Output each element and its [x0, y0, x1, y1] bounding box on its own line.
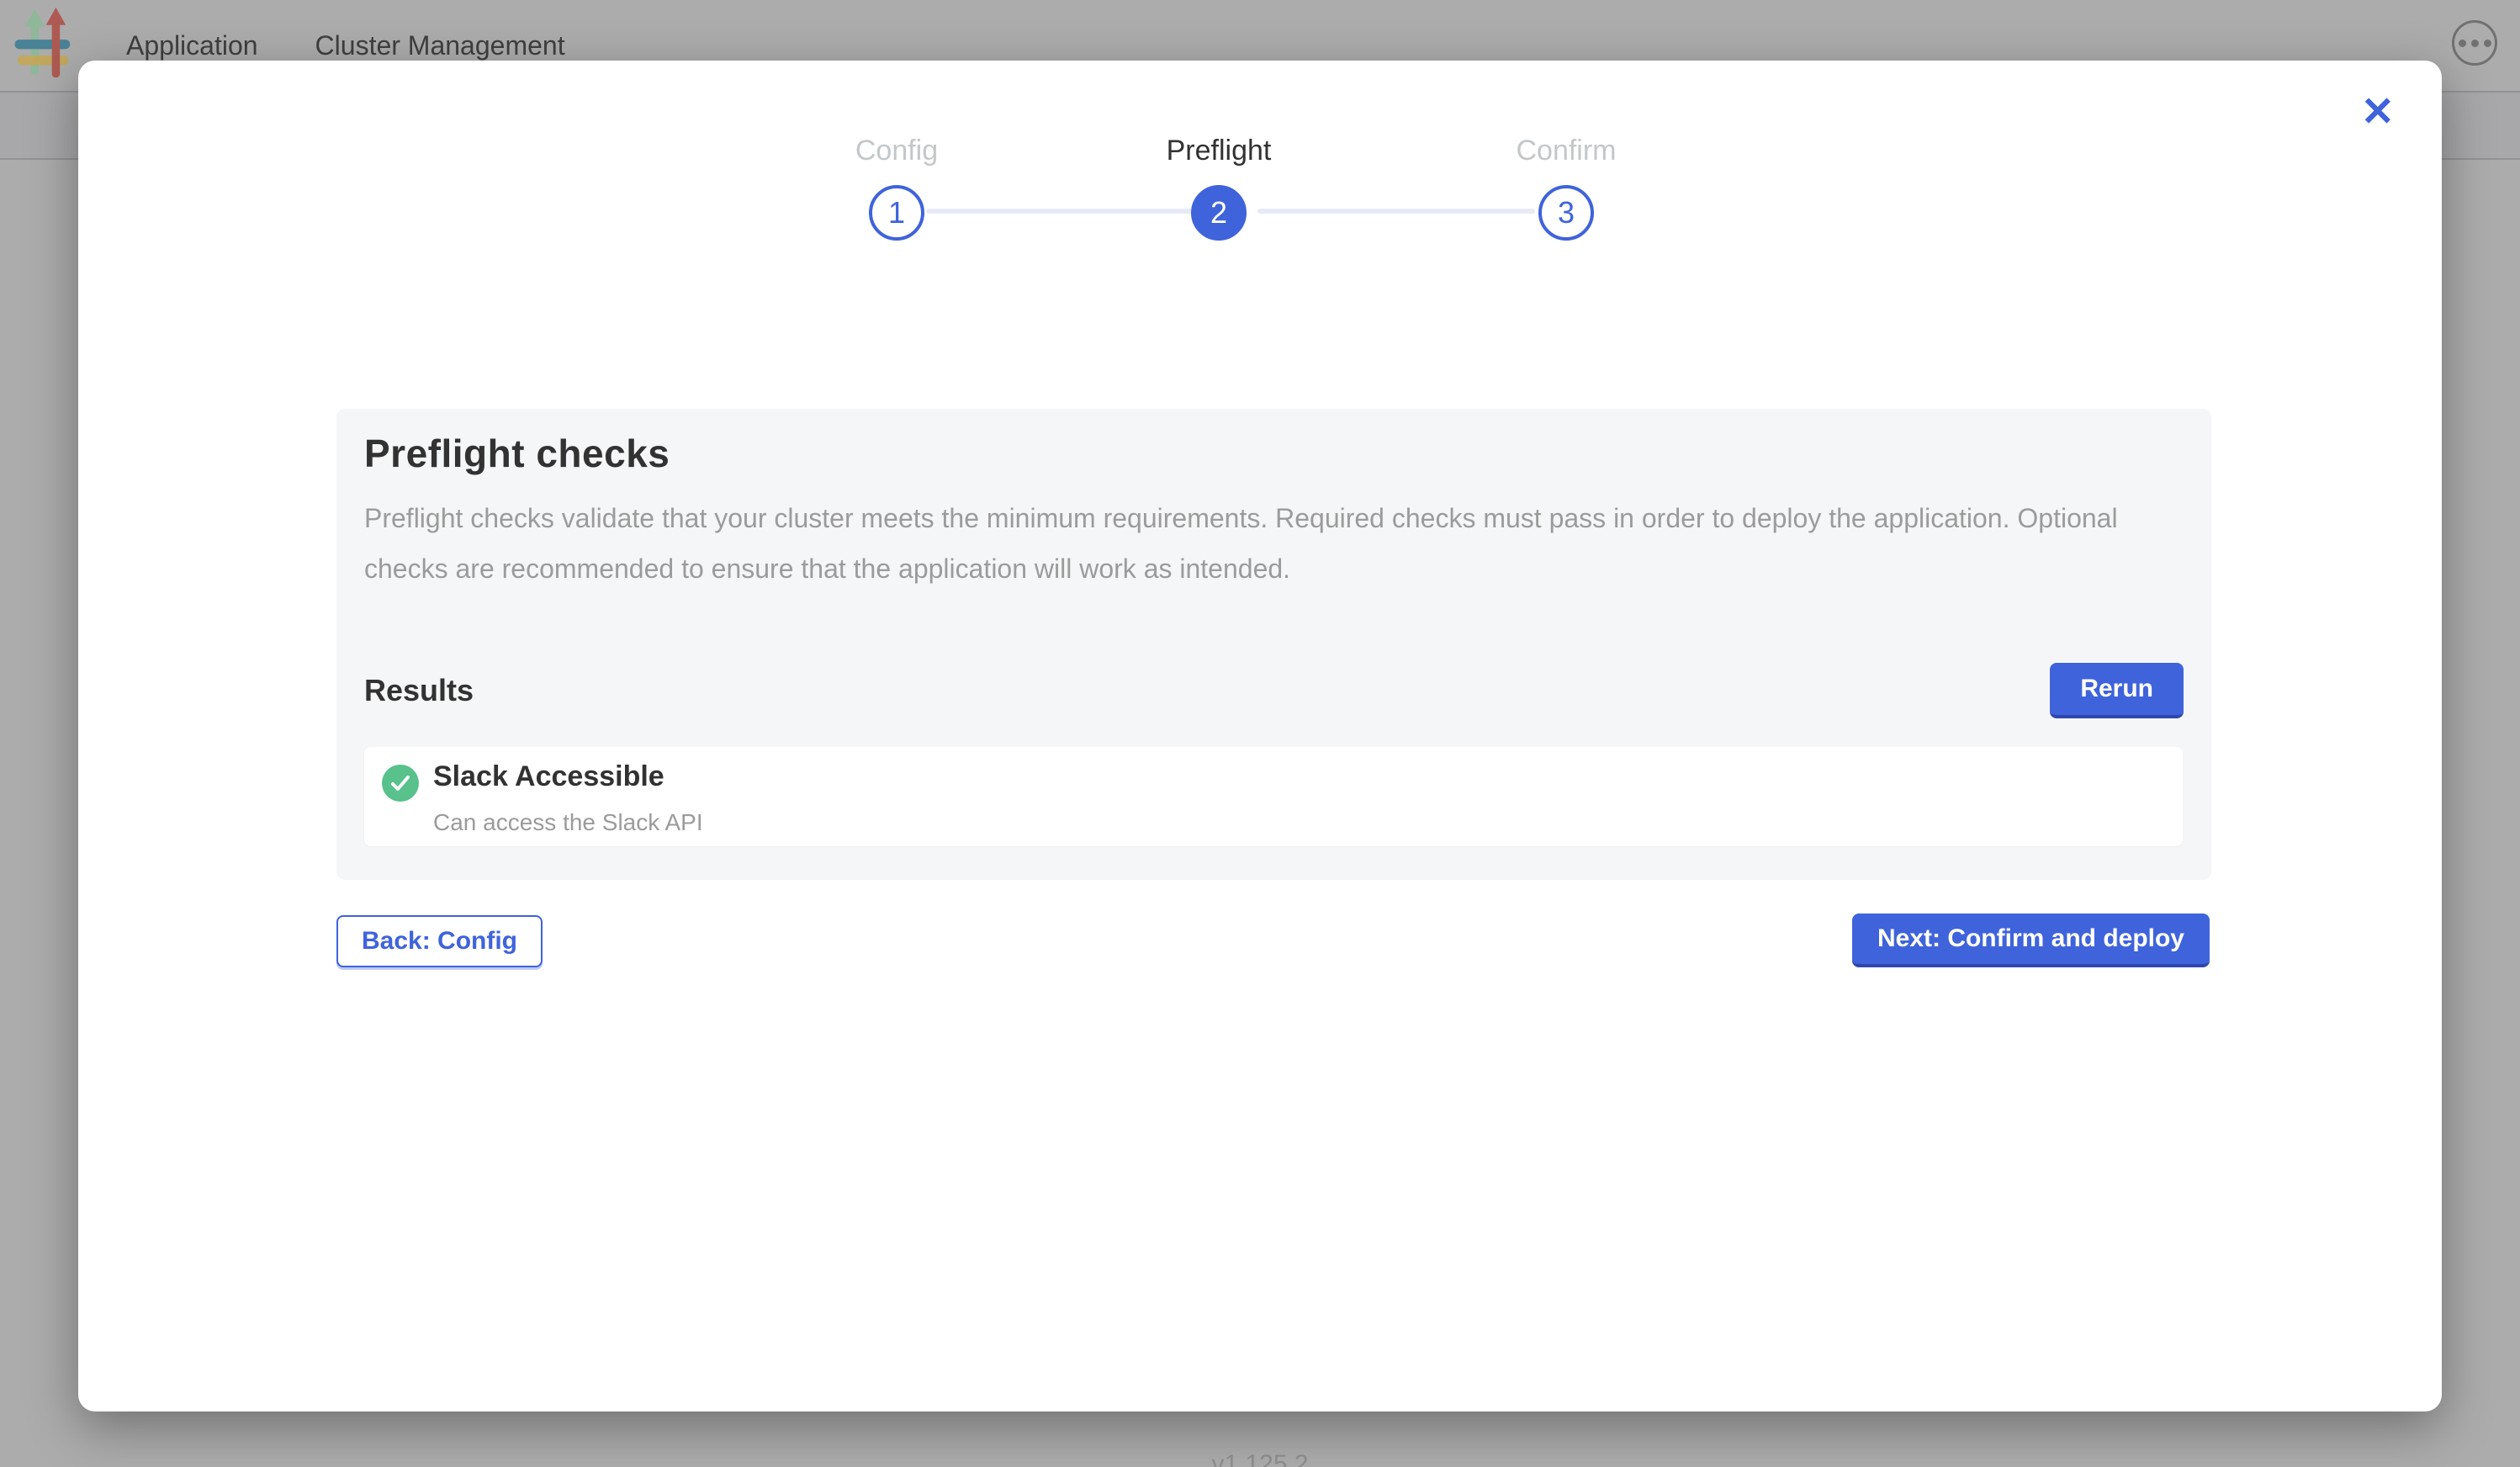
check-pass-icon — [382, 765, 419, 802]
dot — [2459, 40, 2466, 47]
rerun-button[interactable]: Rerun — [2050, 663, 2184, 718]
nav-tab-cluster-management[interactable]: Cluster Management — [315, 30, 565, 61]
results-bar: Results Rerun — [364, 661, 2184, 720]
step-circle-1[interactable]: 1 — [869, 185, 924, 241]
step-circle-3[interactable]: 3 — [1538, 185, 1594, 241]
ellipsis-menu-icon[interactable] — [2452, 20, 2497, 66]
card-title: Preflight checks — [364, 431, 2184, 476]
wizard-stepper: Config 1 Preflight 2 Confirm 3 — [78, 61, 2442, 279]
app-logo-icon — [12, 7, 77, 84]
step-config: Config 1 — [804, 135, 989, 241]
check-result-row: Slack Accessible Can access the Slack AP… — [364, 747, 2183, 846]
nav-tab-application[interactable]: Application — [126, 30, 258, 61]
preflight-wizard-modal: ✕ Config 1 Preflight 2 Confirm 3 Preflig… — [78, 61, 2442, 1411]
dot — [2484, 40, 2491, 47]
preflight-checks-card: Preflight checks Preflight checks valida… — [336, 409, 2211, 880]
step-label: Confirm — [1474, 135, 1659, 172]
version-label: v1.125.2 — [0, 1450, 2520, 1467]
check-name: Slack Accessible — [433, 760, 664, 793]
stepper-connector — [926, 209, 1200, 214]
stepper-connector — [1257, 209, 1535, 214]
step-confirm: Confirm 3 — [1474, 135, 1659, 241]
check-detail: Can access the Slack API — [433, 809, 703, 836]
step-label: Config — [804, 135, 989, 172]
card-description: Preflight checks validate that your clus… — [364, 493, 2122, 594]
dot — [2471, 40, 2479, 47]
results-heading: Results — [364, 673, 474, 708]
step-preflight: Preflight 2 — [1126, 135, 1311, 241]
step-label: Preflight — [1126, 135, 1311, 172]
step-circle-2[interactable]: 2 — [1191, 185, 1247, 241]
next-confirm-deploy-button[interactable]: Next: Confirm and deploy — [1852, 914, 2210, 967]
back-config-button[interactable]: Back: Config — [336, 915, 543, 967]
